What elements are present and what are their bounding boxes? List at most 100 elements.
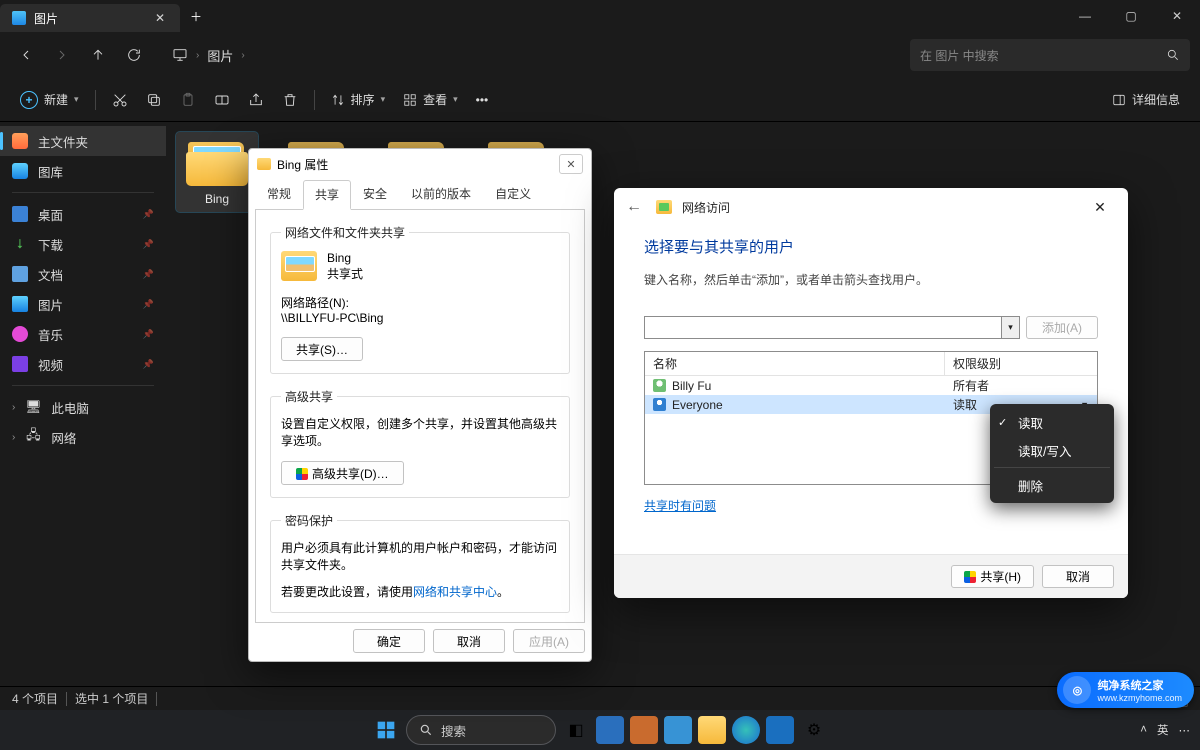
tab-general[interactable]: 常规 — [255, 179, 303, 209]
file-explorer-icon[interactable] — [698, 716, 726, 744]
sidebar-home[interactable]: 主文件夹 — [0, 126, 166, 156]
col-name[interactable]: 名称 — [645, 352, 945, 375]
close-dialog-button[interactable]: ✕ — [559, 154, 583, 174]
sidebar-thispc[interactable]: ›🖥此电脑 — [0, 392, 166, 422]
pictures-icon — [12, 11, 26, 25]
close-window-button[interactable]: ✕ — [1154, 0, 1200, 32]
share-button[interactable]: 共享(S)… — [281, 337, 363, 361]
apply-button[interactable]: 应用(A) — [513, 629, 585, 653]
breadcrumb[interactable]: › 图片 › — [172, 46, 906, 65]
network-center-link[interactable]: 网络和共享中心 — [413, 585, 497, 599]
pin-icon: 📌 — [143, 299, 154, 310]
explorer-tab[interactable]: 图片 ✕ — [0, 4, 180, 32]
tab-security[interactable]: 安全 — [351, 179, 399, 209]
check-icon: ✓ — [998, 416, 1007, 429]
delete-button[interactable] — [274, 85, 306, 115]
sidebar-pictures[interactable]: 图片📌 — [0, 289, 166, 319]
tab-sharing[interactable]: 共享 — [303, 180, 351, 210]
help-link[interactable]: 共享时有问题 — [644, 499, 716, 513]
user-icon — [653, 379, 666, 392]
user-combo[interactable]: ▾ — [644, 316, 1020, 339]
pin-icon: 📌 — [143, 209, 154, 220]
chevron-icon: › — [196, 50, 199, 61]
menu-item-read[interactable]: ✓读取 — [990, 408, 1114, 436]
back-button[interactable]: ← — [622, 195, 646, 219]
new-tab-button[interactable]: ＋ — [180, 0, 212, 32]
taskview-icon[interactable]: ◧ — [562, 716, 590, 744]
ok-button[interactable]: 确定 — [353, 629, 425, 653]
back-button[interactable] — [10, 39, 42, 71]
maximize-button[interactable]: ▢ — [1108, 0, 1154, 32]
menu-item-remove[interactable]: 删除 — [990, 471, 1114, 499]
tray-chevron-icon[interactable]: ˄ — [1140, 724, 1147, 736]
advanced-sharing-button[interactable]: 高级共享(D)… — [281, 461, 404, 485]
password-protection-group: 密码保护 用户必须具有此计算机的用户帐户和密码，才能访问共享文件夹。 若要更改此… — [270, 512, 570, 613]
dialog-footer: 确定 取消 应用(A) — [249, 629, 591, 661]
sidebar-videos[interactable]: 视频📌 — [0, 349, 166, 379]
netdlg-hint: 键入名称，然后单击“添加”，或者单击箭头查找用户。 — [644, 271, 1098, 288]
close-tab-icon[interactable]: ✕ — [152, 10, 168, 26]
dropdown-icon[interactable]: ▾ — [1001, 317, 1019, 338]
minimize-button[interactable]: — — [1062, 0, 1108, 32]
breadcrumb-segment[interactable]: 图片 — [207, 46, 233, 65]
taskbar-app[interactable] — [630, 716, 658, 744]
col-perm[interactable]: 权限级别 — [945, 352, 1097, 375]
list-row[interactable]: Billy Fu 所有者 — [645, 376, 1097, 395]
dialog-titlebar[interactable]: Bing 属性 ✕ — [249, 149, 591, 179]
pwd-line1: 用户必须具有此计算机的用户帐户和密码，才能访问共享文件夹。 — [281, 539, 559, 573]
more-button[interactable]: ••• — [468, 85, 497, 115]
pin-icon: 📌 — [143, 329, 154, 340]
sidebar-downloads[interactable]: ⭣下载📌 — [0, 229, 166, 259]
dialog-title: Bing 属性 — [277, 156, 328, 173]
sidebar-desktop[interactable]: 桌面📌 — [0, 199, 166, 229]
close-netdlg-button[interactable]: ✕ — [1080, 192, 1120, 222]
tray-more-icon[interactable]: ⋯ — [1179, 723, 1191, 737]
settings-icon[interactable]: ⚙ — [800, 716, 828, 744]
share-button[interactable] — [240, 85, 272, 115]
cut-button[interactable] — [104, 85, 136, 115]
refresh-button[interactable] — [118, 39, 150, 71]
tab-prevversions[interactable]: 以前的版本 — [399, 179, 483, 209]
forward-button[interactable] — [46, 39, 78, 71]
titlebar: 图片 ✕ ＋ — ▢ ✕ — [0, 0, 1200, 32]
add-user-row: ▾ 添加(A) — [644, 316, 1098, 339]
copy-button[interactable] — [138, 85, 170, 115]
folder-icon — [257, 158, 271, 170]
sidebar-music[interactable]: 音乐📌 — [0, 319, 166, 349]
cancel-button[interactable]: 取消 — [433, 629, 505, 653]
taskbar-search[interactable]: 搜索 — [406, 715, 556, 745]
add-button[interactable]: 添加(A) — [1026, 316, 1098, 339]
desktop-icon — [12, 206, 28, 222]
chevron-icon: › — [241, 50, 244, 61]
shield-icon — [964, 571, 976, 583]
netdlg-heading: 选择要与其共享的用户 — [644, 236, 1098, 257]
edge-icon[interactable] — [732, 716, 760, 744]
new-button[interactable]: + 新建 ▾ — [12, 85, 87, 115]
sharing-panel: 网络文件和文件夹共享 Bing 共享式 网络路径(N): \\BILLYFU-P… — [255, 209, 585, 623]
up-button[interactable] — [82, 39, 114, 71]
tray-language[interactable]: 英 — [1157, 722, 1169, 738]
store-icon[interactable] — [766, 716, 794, 744]
item-count: 4 个项目 — [12, 690, 58, 707]
taskbar-app[interactable] — [596, 716, 624, 744]
folder-item-bing[interactable]: Bing — [176, 132, 258, 212]
sort-button[interactable]: 排序▾ — [323, 85, 394, 115]
search-placeholder: 在 图片 中搜索 — [920, 47, 999, 64]
search-box[interactable]: 在 图片 中搜索 — [910, 39, 1190, 71]
share-confirm-button[interactable]: 共享(H) — [951, 565, 1034, 588]
paste-button[interactable] — [172, 85, 204, 115]
shield-icon — [296, 468, 308, 480]
taskbar-app[interactable] — [664, 716, 692, 744]
menu-item-readwrite[interactable]: 读取/写入 — [990, 436, 1114, 464]
sidebar-documents[interactable]: 文档📌 — [0, 259, 166, 289]
sidebar-gallery[interactable]: 图库 — [0, 156, 166, 186]
user-input[interactable] — [645, 317, 1001, 338]
view-button[interactable]: 查看▾ — [395, 85, 466, 115]
rename-button[interactable] — [206, 85, 238, 115]
tab-customize[interactable]: 自定义 — [483, 179, 543, 209]
cancel-button[interactable]: 取消 — [1042, 565, 1114, 588]
details-pane-button[interactable]: 详细信息 — [1104, 85, 1188, 115]
start-button[interactable] — [372, 716, 400, 744]
sidebar-network[interactable]: ›🖧网络 — [0, 422, 166, 452]
document-icon — [12, 266, 28, 282]
